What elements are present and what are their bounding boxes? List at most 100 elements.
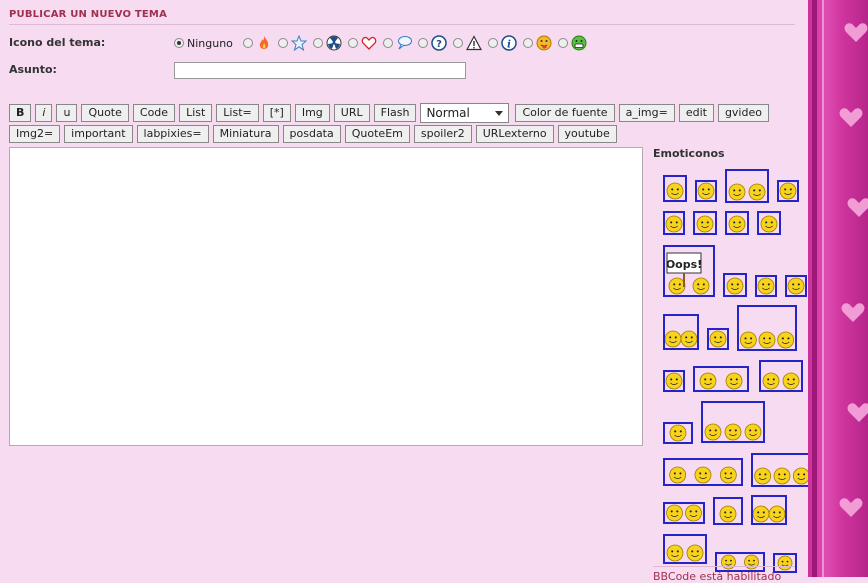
heart-decoration-icon: [839, 108, 863, 127]
radio-heart[interactable]: [347, 38, 358, 48]
emoticon-cool[interactable]: [725, 211, 749, 235]
title-divider: [9, 24, 795, 25]
underline-button[interactable]: u: [56, 104, 78, 122]
topic-icon-option-heart[interactable]: [347, 35, 377, 51]
emoticon-devil[interactable]: [663, 422, 693, 444]
font-color-button[interactable]: Color de fuente: [515, 104, 615, 122]
smiley-icon: [719, 505, 737, 523]
message-textarea[interactable]: [9, 147, 643, 446]
emoticon-grin[interactable]: [725, 169, 769, 203]
urlexterno-button[interactable]: URLexterno: [475, 125, 554, 143]
important-button[interactable]: important: [64, 125, 133, 143]
radioactive-icon: [326, 35, 342, 51]
miniatura-button[interactable]: Miniatura: [212, 125, 279, 143]
heart-decoration-icon: [847, 198, 868, 217]
subject-input[interactable]: [174, 62, 466, 79]
decorative-pink-border: [808, 0, 868, 577]
emoticon-sweat[interactable]: [663, 458, 743, 486]
emoticon-angel[interactable]: [663, 175, 687, 202]
img-button[interactable]: Img: [294, 104, 330, 122]
gvideo-button[interactable]: gvideo: [717, 104, 769, 122]
emoticon-love[interactable]: [751, 453, 813, 487]
topic-icon-option-question[interactable]: ?: [417, 35, 447, 51]
emoticon-clap[interactable]: [715, 552, 765, 572]
a-img-button[interactable]: a_img=: [618, 104, 675, 122]
radio-fire[interactable]: [242, 38, 253, 48]
labpixies-button[interactable]: labpixies=: [136, 125, 209, 143]
smiley-icon: [726, 277, 744, 295]
list-item-button[interactable]: [*]: [262, 104, 291, 122]
emoticon-smile[interactable]: [723, 273, 747, 297]
topic-icon-option-info[interactable]: i: [487, 35, 517, 51]
radio-none[interactable]: [174, 38, 184, 48]
emoticon-blush[interactable]: [663, 211, 685, 235]
edit-button[interactable]: edit: [678, 104, 714, 122]
url-button[interactable]: URL: [333, 104, 370, 122]
emoticon-big-smile[interactable]: [777, 180, 799, 202]
heart-decoration-icon: [839, 498, 863, 517]
radio-speech[interactable]: [382, 38, 393, 48]
ordered-list-button[interactable]: List=: [216, 104, 259, 122]
emoticon-oops[interactable]: Oops!: [663, 245, 715, 297]
emoticon-angry[interactable]: [663, 370, 685, 392]
posdata-button[interactable]: posdata: [282, 125, 341, 143]
emoticon-silly[interactable]: [663, 502, 705, 524]
smiley-icon: [704, 423, 762, 441]
quoteem-button[interactable]: QuoteEm: [344, 125, 410, 143]
bold-button[interactable]: B: [9, 104, 32, 122]
emoticon-kiss[interactable]: [755, 275, 777, 297]
smiley-icon: [753, 505, 785, 523]
emoticon-laugh[interactable]: [713, 497, 743, 525]
flash-button[interactable]: Flash: [373, 104, 417, 122]
emoticon-dizzy[interactable]: [785, 275, 807, 297]
font-size-value: Normal: [426, 106, 470, 120]
topic-icon-option-tongue[interactable]: [522, 35, 552, 51]
img2-button[interactable]: Img2=: [9, 125, 61, 143]
smiley-icon: [754, 467, 810, 485]
emoticon-hug[interactable]: [693, 366, 749, 392]
topic-icon-option-star[interactable]: [277, 35, 307, 51]
svg-text:?: ?: [436, 39, 442, 50]
emoticon-dance[interactable]: [663, 534, 707, 564]
emoticon-fight[interactable]: [737, 305, 797, 351]
youtube-button[interactable]: youtube: [557, 125, 617, 143]
radio-grin[interactable]: [557, 38, 568, 48]
smiley-icon: [696, 215, 714, 233]
emoticon-drunk[interactable]: [751, 495, 787, 525]
topic-icon-option-warning[interactable]: [452, 35, 482, 51]
heart-icon: [361, 36, 377, 50]
smiley-icon: [721, 554, 759, 570]
emoticon-wink[interactable]: [695, 180, 717, 202]
svg-text:i: i: [507, 40, 511, 51]
radio-tongue[interactable]: [522, 38, 533, 48]
emoticon-confused[interactable]: [693, 211, 717, 235]
topic-icon-option-radioactive[interactable]: [312, 35, 342, 51]
radio-question[interactable]: [417, 38, 428, 48]
decorative-stripe: [812, 0, 817, 577]
radio-star[interactable]: [277, 38, 288, 48]
emoticon-scared[interactable]: [759, 360, 803, 392]
smiley-icon: [666, 182, 684, 200]
code-button[interactable]: Code: [132, 104, 176, 122]
emoticon-happy[interactable]: [757, 211, 781, 235]
topic-icon-option-speech[interactable]: [382, 35, 412, 51]
grin-smiley-icon: [571, 35, 587, 51]
emoticon-shock[interactable]: [663, 314, 699, 350]
smiley-icon: [666, 504, 702, 522]
spoiler2-button[interactable]: spoiler2: [413, 125, 472, 143]
topic-icon-option-fire[interactable]: [242, 35, 272, 51]
quote-button[interactable]: Quote: [81, 104, 129, 122]
radio-radioactive[interactable]: [312, 38, 323, 48]
emoticon-bye[interactable]: [701, 401, 765, 443]
emoticon-frown[interactable]: [707, 328, 729, 350]
radio-warning[interactable]: [452, 38, 463, 48]
radio-info[interactable]: [487, 38, 498, 48]
smiley-icon: [779, 182, 797, 200]
topic-icon-option-grin[interactable]: [557, 35, 587, 51]
italic-button[interactable]: i: [35, 104, 53, 122]
topic-icon-option-none[interactable]: Ninguno: [174, 37, 237, 50]
list-button[interactable]: List: [179, 104, 213, 122]
font-size-select[interactable]: Normal: [420, 103, 510, 123]
heart-decoration-icon: [841, 303, 865, 322]
smiley-icon: Oops!: [666, 252, 710, 295]
